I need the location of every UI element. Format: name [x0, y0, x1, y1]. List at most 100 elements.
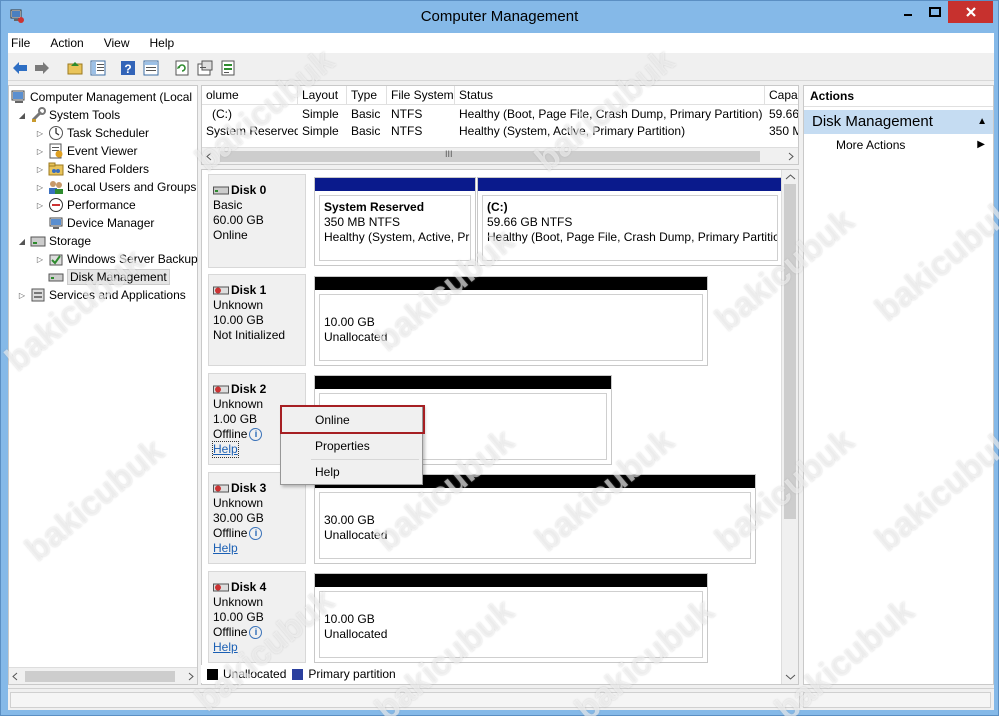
collapsed-icon[interactable]: ▷	[35, 255, 45, 264]
menu-file[interactable]: File	[8, 36, 40, 50]
expanded-icon[interactable]: ◢	[17, 111, 27, 120]
more-actions-label: More Actions	[836, 138, 906, 152]
info-icon[interactable]: i	[249, 527, 263, 541]
partition-title: (C:)	[487, 200, 508, 214]
collapsed-icon[interactable]: ▷	[35, 129, 45, 138]
partition-system-reserved[interactable]: System Reserved 350 MB NTFS Healthy (Sys…	[314, 177, 476, 266]
col-type[interactable]: Type	[347, 86, 387, 105]
tree-item-device-manager[interactable]: Device Manager	[35, 214, 154, 232]
cell-status: Healthy (System, Active, Primary Partiti…	[459, 124, 686, 138]
window-title: Computer Management	[420, 8, 579, 25]
collapsed-icon[interactable]: ▷	[35, 147, 45, 156]
disk-help-link[interactable]: Help	[212, 441, 239, 458]
disk-3-label[interactable]: Disk 3 Unknown 30.00 GB Offline i Help	[208, 472, 306, 564]
disk-offline-icon	[213, 484, 229, 493]
disk-help-link[interactable]: Help	[213, 640, 305, 655]
collapsed-icon[interactable]: ▷	[35, 183, 45, 192]
scrollbar-thumb[interactable]	[784, 184, 796, 519]
refresh-icon[interactable]	[173, 59, 191, 77]
tree-item-label: Computer Management (Local	[30, 90, 193, 104]
status-bar	[8, 688, 994, 710]
menu-view[interactable]: View	[94, 36, 140, 50]
export-icon[interactable]	[219, 59, 237, 77]
info-icon[interactable]: i	[249, 626, 263, 640]
close-button[interactable]	[948, 1, 993, 23]
tree-item-event-viewer[interactable]: ▷ Event Viewer	[35, 142, 137, 160]
actions-header: Actions	[804, 86, 993, 107]
menu-help[interactable]: Help	[140, 36, 185, 50]
tree-item-computer-management[interactable]: Computer Management (Local	[11, 88, 192, 106]
collapsed-icon[interactable]: ▷	[17, 291, 27, 300]
tree-item-performance[interactable]: ▷ Performance	[35, 196, 136, 214]
partition-disk-4-unallocated[interactable]: 10.00 GB Unallocated	[314, 573, 708, 663]
services-icon	[30, 287, 46, 303]
tree-item-task-scheduler[interactable]: ▷ Task Scheduler	[35, 124, 149, 142]
tree-item-storage[interactable]: ◢ Storage	[17, 232, 91, 250]
partition-status: Unallocated	[324, 627, 388, 641]
cell-file-system: NTFS	[391, 124, 423, 138]
forward-arrow-icon[interactable]	[33, 59, 51, 77]
volume-list-horizontal-scrollbar[interactable]: III	[202, 147, 798, 164]
up-folder-icon[interactable]	[66, 59, 84, 77]
partition-size: 30.00 GB	[324, 513, 375, 527]
console-tree-icon[interactable]	[142, 59, 160, 77]
context-menu-help[interactable]: Help	[283, 460, 420, 484]
disk-offline-icon	[213, 385, 229, 394]
legend: Unallocated Primary partition	[201, 665, 781, 683]
expanded-icon[interactable]: ◢	[17, 237, 27, 246]
tree-item-local-users-and-groups[interactable]: ▷ Local Users and Groups	[35, 178, 196, 196]
col-file-system[interactable]: File System	[387, 86, 455, 105]
unallocated-bar	[315, 277, 707, 290]
col-capacity[interactable]: Capa	[765, 86, 798, 105]
partition-status: Unallocated	[324, 330, 388, 344]
title-bar[interactable]: Computer Management	[1, 1, 998, 33]
partition-disk-1-unallocated[interactable]: 10.00 GB Unallocated	[314, 276, 708, 366]
tree-item-windows-server-backup[interactable]: ▷ Windows Server Backup	[35, 250, 198, 268]
table-row[interactable]: (C:) Simple Basic NTFS Healthy (Boot, Pa…	[202, 106, 798, 123]
disk-management-icon	[48, 269, 64, 285]
context-menu-properties[interactable]: Properties	[283, 434, 420, 458]
partition-c[interactable]: (C:) 59.66 GB NTFS Healthy (Boot, Page F…	[477, 177, 783, 266]
partition-status: Healthy (System, Active, Pri	[324, 230, 471, 244]
menu-action[interactable]: Action	[40, 36, 93, 50]
disk-type: Unknown	[213, 595, 264, 609]
collapse-caret-icon[interactable]: ▲	[977, 110, 987, 134]
collapsed-icon[interactable]: ▷	[35, 165, 45, 174]
tree-item-label: Local Users and Groups	[67, 180, 197, 194]
tree-horizontal-scrollbar[interactable]	[9, 667, 197, 684]
legend-unallocated: Unallocated	[223, 667, 287, 681]
disk-1-label[interactable]: Disk 1 Unknown 10.00 GB Not Initialized	[208, 274, 306, 366]
col-volume[interactable]: olume	[202, 86, 298, 105]
minimize-button[interactable]	[894, 1, 921, 23]
partition-title: System Reserved	[324, 200, 425, 214]
cell-type: Basic	[351, 107, 381, 121]
maximize-button[interactable]	[921, 1, 948, 23]
graphical-view-vertical-scrollbar[interactable]	[781, 170, 798, 684]
disk-0-label[interactable]: Disk 0 Basic 60.00 GB Online	[208, 174, 306, 268]
tree-item-shared-folders[interactable]: ▷ Shared Folders	[35, 160, 149, 178]
show-hide-tree-icon[interactable]	[89, 59, 107, 77]
partition-disk-3-unallocated[interactable]: 30.00 GB Unallocated	[314, 474, 756, 564]
col-status[interactable]: Status	[455, 86, 765, 105]
disk-icon	[213, 186, 229, 195]
partition-status: Unallocated	[324, 528, 388, 542]
more-actions-item[interactable]: More Actions ▶	[804, 134, 993, 156]
properties-icon[interactable]	[196, 59, 214, 77]
disk-type: Unknown	[213, 298, 264, 312]
disk-4-label[interactable]: Disk 4 Unknown 10.00 GB Offline i Help	[208, 571, 306, 663]
tree-item-disk-management[interactable]: Disk Management	[35, 268, 170, 286]
table-row[interactable]: System Reserved Simple Basic NTFS Health…	[202, 123, 798, 140]
disk-help-link[interactable]: Help	[213, 541, 305, 556]
collapsed-icon[interactable]: ▷	[35, 201, 45, 210]
tree-item-services-and-applications[interactable]: ▷ Services and Applications	[17, 286, 186, 304]
back-arrow-icon[interactable]	[11, 59, 29, 77]
col-layout[interactable]: Layout	[298, 86, 347, 105]
tree-item-system-tools[interactable]: ◢ System Tools	[17, 106, 120, 124]
actions-section-disk-management[interactable]: Disk Management ▲	[804, 110, 993, 134]
info-icon[interactable]: i	[249, 428, 263, 442]
device-manager-icon	[48, 215, 64, 231]
help-icon[interactable]: ?	[119, 59, 137, 77]
volume-list: olume Layout Type File System Status Cap…	[201, 85, 799, 165]
menu-bar: File Action View Help	[8, 33, 994, 53]
primary-partition-swatch	[292, 668, 304, 680]
